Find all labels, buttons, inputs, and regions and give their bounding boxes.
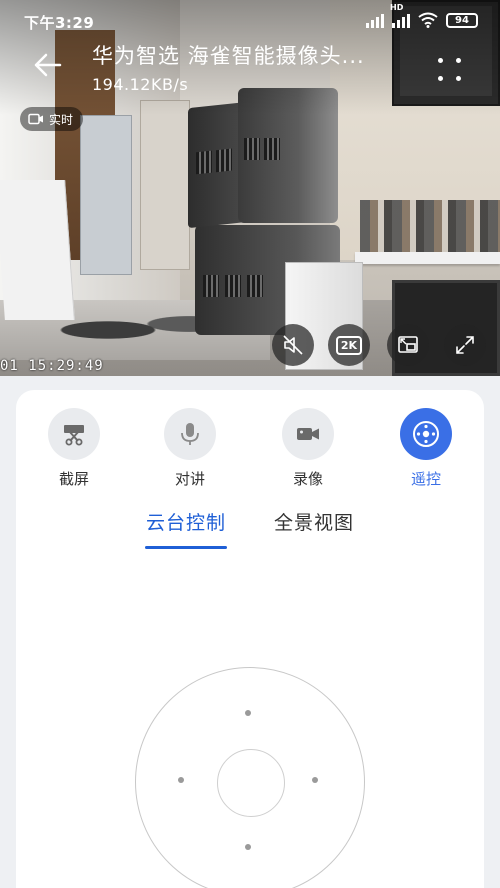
screenshot-label: 截屏	[58, 470, 89, 488]
control-tabs: 云台控制 全景视图	[16, 508, 484, 552]
wifi-icon	[418, 12, 438, 28]
joystick-down-dot	[245, 844, 251, 850]
stream-speed: 194.12KB/s	[92, 75, 189, 94]
live-badge: 实时	[20, 107, 84, 131]
microphone-icon	[181, 423, 199, 445]
camera-video-view[interactable]: 下午3:29 HD 94 华为智选 海雀智能摄像头... 194.12KB/s …	[0, 0, 500, 376]
signal-hd-icon: HD	[390, 3, 410, 28]
joystick-right-dot	[312, 777, 318, 783]
resolution-button[interactable]: 2K	[328, 324, 370, 366]
video-timestamp: 01 15:29:49	[0, 358, 104, 374]
tab-panorama-view[interactable]: 全景视图	[274, 508, 354, 535]
mute-button[interactable]	[272, 324, 314, 366]
tab-ptz-control[interactable]: 云台控制	[146, 508, 226, 535]
video-scene-door	[140, 100, 190, 270]
picture-in-picture-icon	[398, 336, 418, 353]
remote-control-button-circle[interactable]	[400, 408, 452, 460]
ptz-joystick[interactable]	[135, 667, 365, 888]
video-scene-box	[0, 180, 75, 320]
hd-label: HD	[390, 3, 404, 12]
joystick-left-dot	[178, 777, 184, 783]
record-label: 录像	[292, 470, 323, 488]
fullscreen-expand-icon	[456, 336, 474, 354]
live-badge-label: 实时	[49, 112, 74, 127]
video-camera-icon	[297, 428, 319, 440]
screenshot-button[interactable]: 截屏	[34, 408, 114, 489]
record-button[interactable]: 录像	[268, 408, 348, 489]
battery-icon: 94	[446, 12, 478, 28]
joystick-up-dot	[245, 710, 251, 716]
control-panel: 截屏 对讲 录像 遥控 云台控制 全景视图	[16, 390, 484, 888]
talk-button-circle[interactable]	[164, 408, 216, 460]
status-time: 下午3:29	[24, 14, 95, 32]
remote-control-button[interactable]: 遥控	[386, 408, 466, 489]
fullscreen-button[interactable]	[444, 324, 486, 366]
video-scene-shelf-items	[360, 200, 500, 252]
back-arrow-icon[interactable]	[30, 48, 64, 82]
live-camera-icon	[28, 113, 43, 125]
speaker-muted-icon	[283, 335, 303, 355]
joystick-center[interactable]	[217, 749, 285, 817]
remote-control-label: 遥控	[410, 470, 441, 488]
resolution-badge: 2K	[335, 335, 363, 355]
video-header: 华为智选 海雀智能摄像头... 194.12KB/s	[0, 36, 500, 100]
more-options-icon[interactable]	[436, 56, 464, 84]
device-title: 华为智选 海雀智能摄像头...	[92, 44, 365, 68]
video-scene-cabinet	[80, 115, 132, 275]
picture-in-picture-button[interactable]	[387, 324, 429, 366]
battery-level: 94	[455, 14, 469, 26]
screenshot-button-circle[interactable]	[48, 408, 100, 460]
scissors-icon	[64, 425, 84, 446]
dpad-icon	[413, 421, 439, 447]
talk-label: 对讲	[174, 470, 205, 488]
talk-button[interactable]: 对讲	[150, 408, 230, 489]
video-scene-shelf	[355, 252, 500, 264]
active-tab-indicator	[145, 546, 227, 549]
signal-icon	[366, 12, 384, 28]
status-icons: HD 94	[366, 3, 478, 28]
record-button-circle[interactable]	[282, 408, 334, 460]
